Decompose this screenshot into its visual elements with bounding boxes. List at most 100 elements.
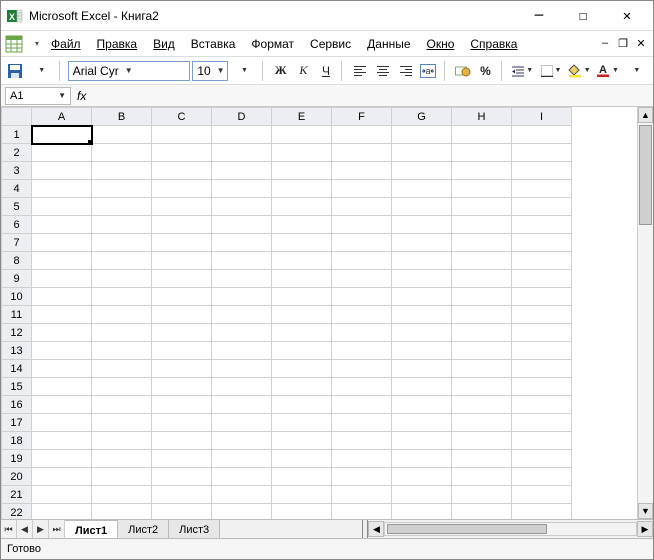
cell[interactable] [452,504,512,520]
cell[interactable] [92,288,152,306]
cell[interactable] [32,324,92,342]
scroll-down-button[interactable]: ▼ [638,503,653,519]
vscroll-thumb[interactable] [639,125,652,225]
cell[interactable] [272,306,332,324]
scroll-right-button[interactable]: ▶ [637,521,653,537]
cell[interactable] [272,288,332,306]
cell[interactable] [392,270,452,288]
cell[interactable] [392,144,452,162]
cell[interactable] [32,504,92,520]
cell[interactable] [92,414,152,432]
row-header[interactable]: 3 [2,162,32,180]
cell[interactable] [92,450,152,468]
cell[interactable] [512,504,572,520]
vscroll-track[interactable] [638,123,653,503]
cell[interactable] [392,486,452,504]
cell[interactable] [152,216,212,234]
cell[interactable] [92,126,152,144]
workbook-dropdown-icon[interactable]: ▾ [35,39,39,48]
cell[interactable] [212,378,272,396]
tab-nav-first[interactable]: ⏮ [1,520,17,538]
cell[interactable] [152,234,212,252]
cell[interactable] [92,324,152,342]
cell[interactable] [332,288,392,306]
cell[interactable] [332,378,392,396]
column-header[interactable]: C [152,108,212,126]
row-header[interactable]: 9 [2,270,32,288]
cell[interactable] [512,252,572,270]
cell[interactable] [452,144,512,162]
scroll-up-button[interactable]: ▲ [638,107,653,123]
cell[interactable] [152,432,212,450]
cell[interactable] [452,378,512,396]
hscroll-track[interactable] [384,522,637,536]
cell[interactable] [92,360,152,378]
cell[interactable] [332,252,392,270]
cell[interactable] [332,432,392,450]
cell[interactable] [452,342,512,360]
sheet-tab[interactable]: Лист3 [169,520,220,538]
column-header[interactable]: A [32,108,92,126]
cell[interactable] [512,342,572,360]
cell[interactable] [452,180,512,198]
italic-button[interactable]: К [293,60,314,82]
row-header[interactable]: 4 [2,180,32,198]
cell[interactable] [512,162,572,180]
cell[interactable] [392,234,452,252]
row-header[interactable]: 1 [2,126,32,144]
menu-help[interactable]: Справка [466,35,521,53]
menu-view[interactable]: Вид [149,35,179,53]
font-size-combo[interactable]: 10 ▼ [192,61,228,81]
cell[interactable] [332,468,392,486]
cell[interactable] [512,450,572,468]
font-color-dropdown[interactable]: A▼ [594,60,620,82]
cell[interactable] [512,486,572,504]
cell[interactable] [212,468,272,486]
row-header[interactable]: 7 [2,234,32,252]
cell[interactable] [272,324,332,342]
row-header[interactable]: 22 [2,504,32,520]
cell[interactable] [212,216,272,234]
menu-file[interactable]: Файл [47,35,85,53]
cell[interactable] [212,198,272,216]
cell[interactable] [392,450,452,468]
fx-icon[interactable]: fx [77,89,86,103]
cell[interactable] [272,234,332,252]
cell[interactable] [32,126,92,144]
fill-color-dropdown[interactable]: ▼ [566,60,592,82]
cell[interactable] [152,414,212,432]
row-header[interactable]: 15 [2,378,32,396]
row-header[interactable]: 11 [2,306,32,324]
cell[interactable] [92,432,152,450]
cell[interactable] [32,198,92,216]
align-left-button[interactable] [350,60,371,82]
row-header[interactable]: 16 [2,396,32,414]
cell[interactable] [212,396,272,414]
cell[interactable] [512,468,572,486]
row-header[interactable]: 2 [2,144,32,162]
cell[interactable] [452,468,512,486]
align-center-button[interactable] [373,60,394,82]
row-header[interactable]: 19 [2,450,32,468]
cell[interactable] [92,486,152,504]
cell[interactable] [452,396,512,414]
cell[interactable] [152,378,212,396]
cell[interactable] [272,504,332,520]
cell[interactable] [452,306,512,324]
cell[interactable] [392,396,452,414]
cell[interactable] [32,486,92,504]
cell[interactable] [332,180,392,198]
cell[interactable] [152,468,212,486]
cell[interactable] [332,216,392,234]
cell[interactable] [32,234,92,252]
sheet-tab[interactable]: Лист1 [65,520,118,538]
cell[interactable] [152,324,212,342]
cell[interactable] [272,270,332,288]
cell[interactable] [512,378,572,396]
borders-dropdown[interactable]: ▼ [538,60,564,82]
cell[interactable] [32,360,92,378]
cell[interactable] [452,432,512,450]
cell[interactable] [32,396,92,414]
doc-close-button[interactable]: ✕ [633,37,649,50]
cell[interactable] [212,126,272,144]
